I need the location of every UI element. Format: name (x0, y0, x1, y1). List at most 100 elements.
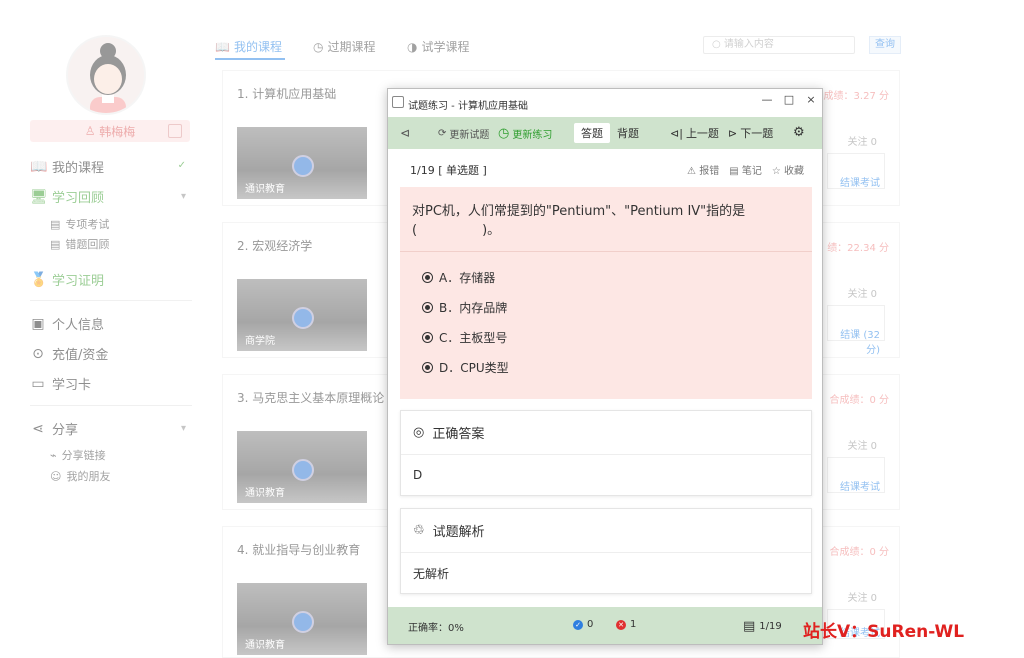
x-circle-icon: ✕ (616, 619, 626, 630)
minimize-button[interactable]: — (758, 92, 776, 108)
nav-label: 分享 (52, 423, 79, 438)
correct-answer-value: D (413, 468, 423, 482)
close-button[interactable]: × (802, 92, 820, 108)
course-action[interactable]: 结课 (32分) (827, 305, 885, 356)
nav-certificate[interactable]: 🏅 学习证明 (30, 270, 105, 290)
question-progress[interactable]: ▤ 1/19 (743, 619, 782, 634)
course-action[interactable]: 结课考试 (827, 457, 885, 493)
trial-icon: ◑ (407, 39, 418, 54)
follow-count[interactable]: 关注 0 (847, 437, 877, 452)
search-button[interactable]: 查询 (869, 36, 901, 54)
certificate-icon: 🏅 (30, 271, 48, 288)
question-info: 1/19 [ 单选题 ] (410, 164, 487, 177)
follow-count[interactable]: 关注 0 (847, 285, 877, 300)
monitor-icon: 🖥 (30, 188, 48, 205)
tab-my-courses[interactable]: 📖 我的课程 (215, 38, 282, 55)
option-c[interactable]: C．主板型号 (422, 329, 507, 346)
practice-dialog: 试题练习 - 计算机应用基础 — □ × ⊲ ⟳ 更新试题 ◷ 更新练习 答题 … (387, 88, 823, 645)
sub-label: 我的朋友 (66, 470, 111, 483)
analysis-card: ♲ 试题解析 无解析 (400, 508, 812, 594)
tab-label: 过期课程 (327, 40, 376, 54)
course-thumbnail[interactable]: 通识教育 (237, 127, 367, 199)
tab-trial-courses[interactable]: ◑ 试学课程 (407, 38, 470, 55)
card-list-icon: ▤ (743, 619, 756, 634)
update-practice-button[interactable]: ◷ 更新练习 (498, 126, 552, 141)
nav-review[interactable]: 🖥 学习回顾 (30, 187, 104, 207)
option-a[interactable]: A．存储器 (422, 269, 495, 286)
option-d[interactable]: D．CPU类型 (422, 359, 509, 376)
tab-label: 试学课程 (421, 40, 470, 54)
chevron-down-icon[interactable]: ▾ (181, 191, 186, 202)
follow-count[interactable]: 关注 0 (847, 589, 877, 604)
thumb-caption: 商学院 (245, 336, 275, 347)
chevron-down-icon[interactable]: ▾ (181, 423, 186, 434)
tab-expired-courses[interactable]: ◷ 过期课程 (313, 38, 376, 55)
edit-icon[interactable] (168, 124, 182, 138)
sub-label: 错题回顾 (65, 238, 110, 251)
thumb-caption: 通识教育 (245, 488, 285, 499)
sub-special-exam[interactable]: ▤ 专项考试 (50, 216, 109, 232)
prev-icon: ⊲| (670, 126, 683, 140)
analysis-header: ♲ 试题解析 (401, 509, 811, 553)
divider (30, 405, 192, 406)
follow-count[interactable]: 关注 0 (847, 133, 877, 148)
option-b[interactable]: B．内存品牌 (422, 299, 507, 316)
sub-label: 分享链接 (61, 449, 106, 462)
note-button[interactable]: ▤ 笔记 (729, 162, 762, 177)
course-title[interactable]: 1. 计算机应用基础 (237, 85, 336, 102)
analysis-icon: ♲ (413, 523, 425, 538)
correct-count: ✓ 0 (573, 619, 593, 630)
nav-share[interactable]: ⋖ 分享 (30, 419, 79, 439)
next-label: 下一题 (740, 127, 774, 140)
correct-answer-card: ◎ 正确答案 D (400, 410, 812, 496)
sub-wrong-review[interactable]: ▤ 错题回顾 (50, 236, 109, 252)
tab-label: 我的课程 (233, 40, 282, 54)
report-error-button[interactable]: ⚠ 报错 (687, 162, 719, 177)
next-question-button[interactable]: ⊳ 下一题 (728, 125, 773, 141)
maximize-button[interactable]: □ (780, 92, 798, 108)
course-action[interactable]: 结课考试 (827, 153, 885, 189)
nav-profile[interactable]: ▣ 个人信息 (30, 314, 104, 334)
option-label: D．CPU类型 (439, 361, 509, 375)
search-input[interactable]: ○ 请输入内容 (703, 36, 855, 54)
check-circle-icon: ✓ (573, 619, 583, 630)
course-title[interactable]: 4. 就业指导与创业教育 (237, 541, 360, 558)
back-icon[interactable]: ⊲ (400, 126, 410, 140)
gear-icon[interactable]: ⚙ (793, 125, 805, 140)
sub-my-friends[interactable]: ☺ 我的朋友 (50, 468, 110, 484)
clock-icon: ◷ (313, 39, 324, 54)
favorite-button[interactable]: ☆ 收藏 (772, 162, 804, 177)
course-thumbnail[interactable]: 通识教育 (237, 583, 367, 655)
correct-answer-label: 正确答案 (432, 427, 485, 442)
card-icon: ▭ (31, 375, 45, 392)
radio-icon (422, 332, 433, 343)
check-icon: ✓ (177, 160, 186, 171)
nav-label: 学习证明 (52, 274, 105, 289)
course-title[interactable]: 3. 马克思主义基本原理概论 (237, 389, 384, 406)
clock-icon: ◷ (498, 126, 510, 141)
book-icon: 📖 (215, 39, 230, 54)
course-title[interactable]: 2. 宏观经济学 (237, 237, 312, 254)
question-text: 对PC机，人们常提到的"Pentium"、"Pentium IV"指的是 ( )… (412, 204, 746, 238)
play-icon (292, 307, 314, 329)
sub-label: 专项考试 (65, 218, 110, 231)
nav-my-courses[interactable]: 📖 我的课程 (30, 157, 104, 177)
sub-share-link[interactable]: ⌁ 分享链接 (50, 447, 106, 463)
course-thumbnail[interactable]: 商学院 (237, 279, 367, 351)
dialog-toolbar: ⊲ ⟳ 更新试题 ◷ 更新练习 答题 背题 ⊲| 上一题 ⊳ 下一题 ⚙ (388, 117, 822, 149)
tool-label: 笔记 (741, 166, 762, 177)
wrong-count: ✕ 1 (616, 619, 636, 630)
refresh-questions-button[interactable]: ⟳ 更新试题 (438, 126, 489, 141)
avatar[interactable] (66, 35, 146, 115)
course-thumbnail[interactable]: 通识教育 (237, 431, 367, 503)
prev-question-button[interactable]: ⊲| 上一题 (670, 125, 719, 141)
friends-icon: ☺ (50, 469, 62, 483)
tool-label: 收藏 (784, 166, 804, 177)
dialog-titlebar[interactable]: 试题练习 - 计算机应用基础 — □ × (388, 89, 822, 117)
option-label: C．主板型号 (439, 331, 508, 345)
recite-mode-tab[interactable]: 背题 (617, 125, 639, 141)
nav-study-card[interactable]: ▭ 学习卡 (30, 374, 91, 394)
answer-mode-tab[interactable]: 答题 (581, 125, 603, 141)
nav-wallet[interactable]: ⊙ 充值/资金 (30, 344, 108, 364)
note-icon: ▤ (729, 166, 739, 177)
